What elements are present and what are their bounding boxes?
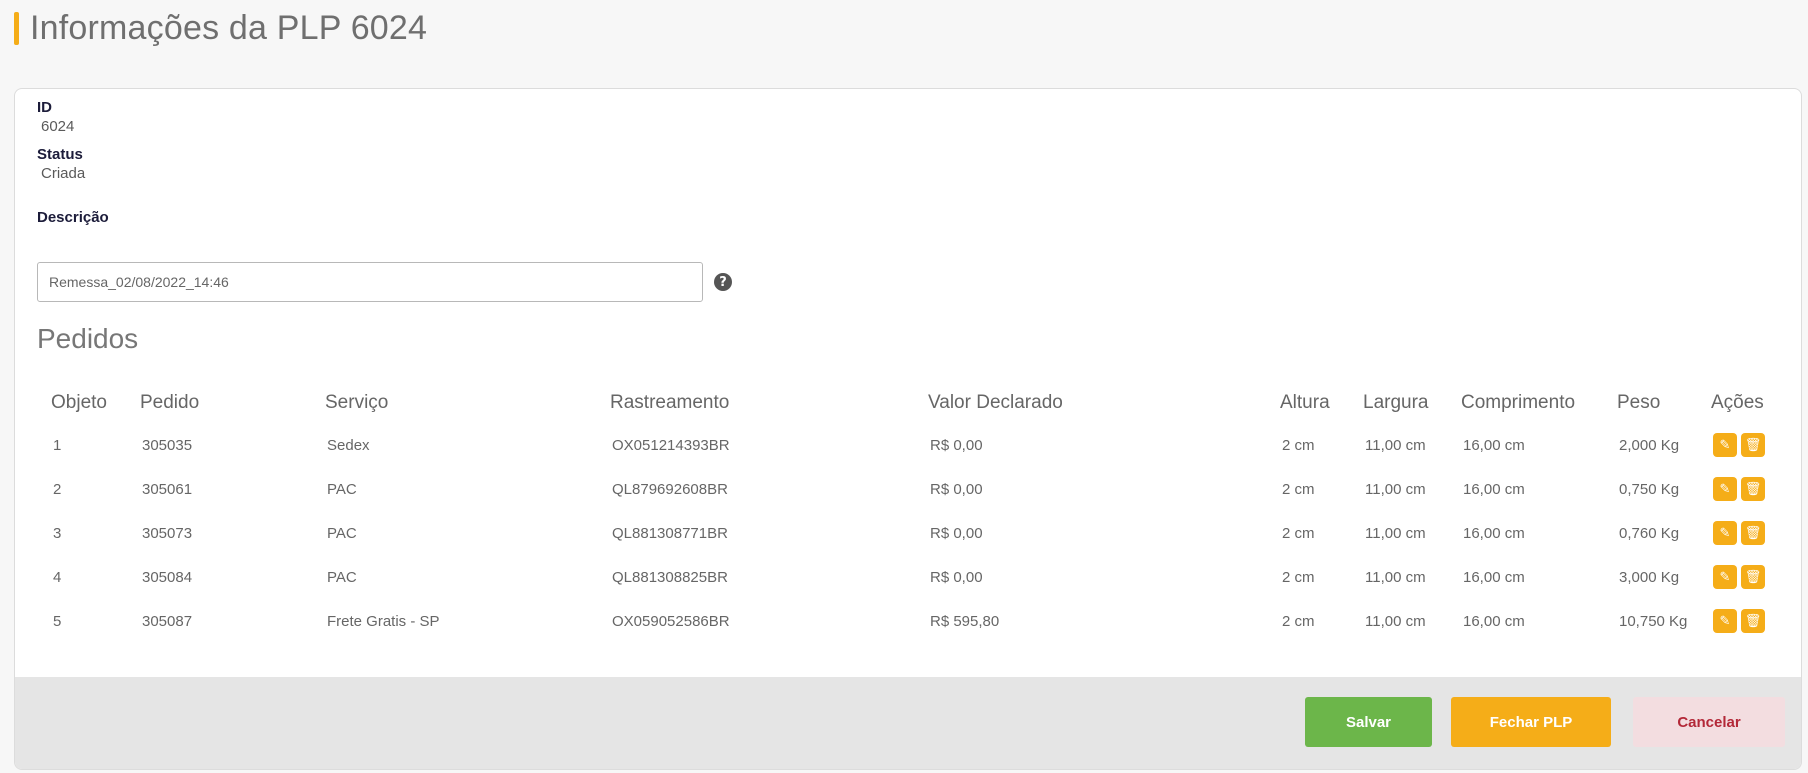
cell-valor: R$ 0,00 [930,436,983,454]
trash-icon[interactable]: 🗑 [1741,609,1765,633]
cell-objeto: 4 [53,568,62,586]
pencil-icon[interactable]: ✎ [1713,477,1737,501]
cell-acoes: ✎ 🗑 [1697,511,1792,555]
row-actions: ✎ 🗑 [1713,565,1792,589]
id-value: 6024 [41,118,75,135]
title-accent-bar [14,11,19,45]
cell-altura: 2 cm [1282,612,1315,630]
column-header-peso: Peso [1617,392,1661,413]
cell-altura: 2 cm [1282,436,1315,454]
cell-acoes: ✎ 🗑 [1697,423,1792,467]
orders-table: Objeto Pedido Serviço Rastreamento Valor… [37,383,1792,643]
status-value: Criada [41,165,86,182]
trash-icon[interactable]: 🗑 [1741,477,1765,501]
table-header-row: Objeto Pedido Serviço Rastreamento Valor… [37,383,1792,423]
cell-comprimento: 16,00 cm [1463,568,1525,586]
column-header-rastreamento: Rastreamento [610,392,730,413]
table-row: 5 305087 Frete Gratis - SP OX059052586BR R$ … [37,599,1792,643]
cell-servico: PAC [327,568,357,586]
cell-valor: R$ 0,00 [930,524,983,542]
status-label: Status [37,146,83,163]
cell-acoes: ✎ 🗑 [1697,467,1792,511]
column-header-servico: Serviço [325,392,389,413]
description-label: Descrição [37,209,109,226]
id-label: ID [37,99,52,116]
cell-rastreamento: OX051214393BR [612,436,730,454]
column-header-acoes: Ações [1711,392,1764,413]
cell-rastreamento: OX059052586BR [612,612,730,630]
cell-peso: 2,000 Kg [1619,436,1680,454]
column-header-valor: Valor Declarado [928,392,1063,413]
cell-largura: 11,00 cm [1365,568,1426,586]
plp-info-card: ID 6024 Status Criada Descrição ? Pedido… [14,88,1802,770]
page-title: Informações da PLP 6024 [30,8,428,47]
cell-valor: R$ 0,00 [930,480,983,498]
cell-servico: Frete Gratis - SP [327,612,440,630]
cell-valor: R$ 0,00 [930,568,983,586]
page-header: Informações da PLP 6024 [14,8,427,48]
cell-largura: 11,00 cm [1365,480,1426,498]
footer-bar: Salvar Fechar PLP Cancelar [15,677,1801,769]
save-button[interactable]: Salvar [1305,697,1432,747]
orders-section-title: Pedidos [37,323,139,354]
table-row: 2 305061 PAC QL879692608BR R$ 0,00 2 cm 11,00 … [37,467,1792,511]
cell-acoes: ✎ 🗑 [1697,555,1792,599]
row-actions: ✎ 🗑 [1713,609,1792,633]
column-header-comprimento: Comprimento [1461,392,1576,413]
cell-acoes: ✎ 🗑 [1697,599,1792,643]
cell-objeto: 1 [53,436,62,454]
row-actions: ✎ 🗑 [1713,433,1792,457]
pencil-icon[interactable]: ✎ [1713,609,1737,633]
trash-icon[interactable]: 🗑 [1741,521,1765,545]
trash-icon[interactable]: 🗑 [1741,433,1765,457]
cell-peso: 0,760 Kg [1619,524,1680,542]
cell-servico: PAC [327,524,357,542]
pencil-icon[interactable]: ✎ [1713,521,1737,545]
row-actions: ✎ 🗑 [1713,521,1792,545]
close-plp-button[interactable]: Fechar PLP [1451,697,1611,747]
cell-peso: 0,750 Kg [1619,480,1680,498]
trash-icon[interactable]: 🗑 [1741,565,1765,589]
cell-rastreamento: QL879692608BR [612,480,728,498]
cell-largura: 11,00 cm [1365,524,1426,542]
column-header-pedido: Pedido [140,392,200,413]
pencil-icon[interactable]: ✎ [1713,433,1737,457]
column-header-objeto: Objeto [51,392,107,413]
cell-peso: 10,750 Kg [1619,612,1688,630]
cell-pedido: 305087 [142,612,193,630]
question-circle-icon[interactable]: ? [714,273,732,291]
cell-objeto: 3 [53,524,62,542]
cell-altura: 2 cm [1282,524,1315,542]
cell-comprimento: 16,00 cm [1463,480,1525,498]
column-header-altura: Altura [1280,392,1330,413]
cell-comprimento: 16,00 cm [1463,524,1525,542]
cell-altura: 2 cm [1282,568,1315,586]
cell-pedido: 305084 [142,568,193,586]
cell-objeto: 5 [53,612,62,630]
cell-rastreamento: QL881308825BR [612,568,728,586]
cell-largura: 11,00 cm [1365,612,1426,630]
table-row: 3 305073 PAC QL881308771BR R$ 0,00 2 cm 11,00 … [37,511,1792,555]
cell-servico: Sedex [327,436,370,454]
cell-comprimento: 16,00 cm [1463,436,1525,454]
cell-pedido: 305035 [142,436,193,454]
cell-largura: 11,00 cm [1365,436,1426,454]
cell-pedido: 305073 [142,524,193,542]
cell-servico: PAC [327,480,357,498]
column-header-largura: Largura [1363,392,1429,413]
cell-altura: 2 cm [1282,480,1315,498]
cancel-button[interactable]: Cancelar [1633,697,1785,747]
cell-pedido: 305061 [142,480,193,498]
description-input[interactable] [37,262,703,302]
row-actions: ✎ 🗑 [1713,477,1792,501]
table-row: 4 305084 PAC QL881308825BR R$ 0,00 2 cm 11,00 … [37,555,1792,599]
table-row: 1 305035 Sedex OX051214393BR R$ 0,00 2 cm 11,0… [37,423,1792,467]
pencil-icon[interactable]: ✎ [1713,565,1737,589]
cell-peso: 3,000 Kg [1619,568,1680,586]
cell-comprimento: 16,00 cm [1463,612,1525,630]
cell-rastreamento: QL881308771BR [612,524,728,542]
cell-valor: R$ 595,80 [930,612,1000,630]
cell-objeto: 2 [53,480,62,498]
